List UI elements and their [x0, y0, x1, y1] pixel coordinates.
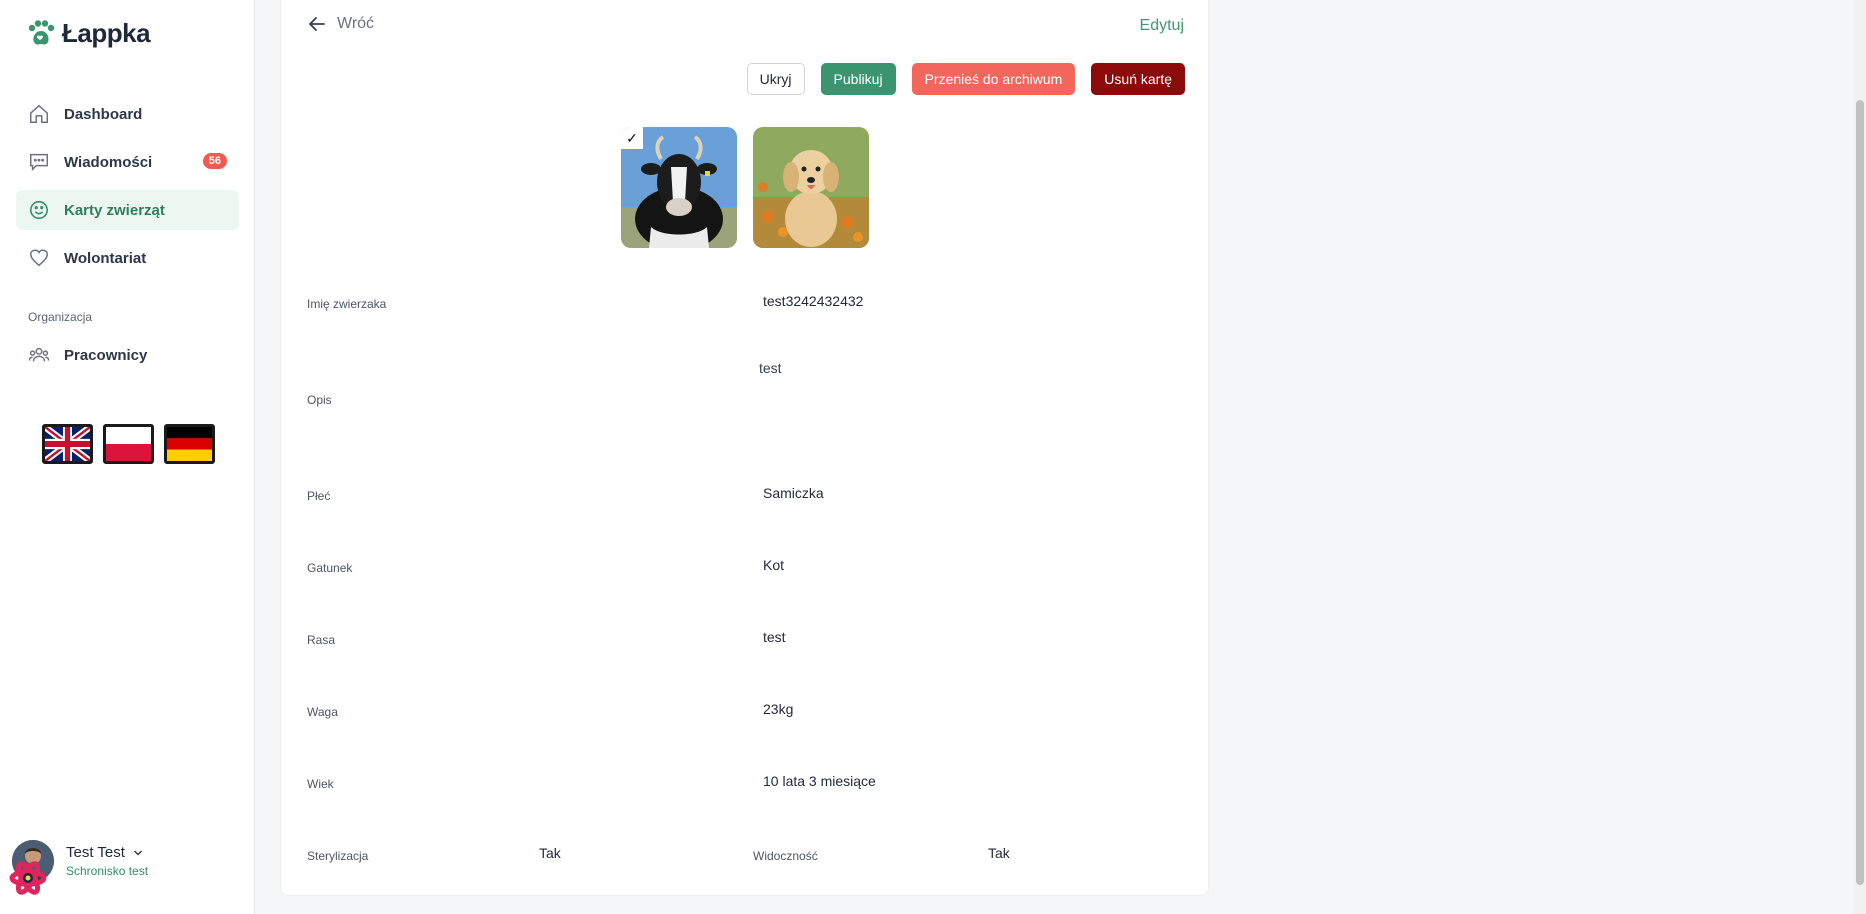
- field-value-sex: Samiczka: [763, 485, 824, 501]
- react-logo-icon: [9, 861, 47, 895]
- card-actions: Ukryj Publikuj Przenieś do archiwum Usuń…: [746, 63, 1185, 95]
- field-label-age: Wiek: [307, 777, 334, 791]
- heart-icon: [30, 249, 48, 267]
- nav-label: Karty zwierząt: [64, 201, 165, 219]
- app-logo[interactable]: Łappka: [26, 18, 151, 49]
- org-nav: Pracownicy: [16, 335, 239, 383]
- field-value-visibility: Tak: [988, 845, 1010, 861]
- sidebar: Łappka Dashboard Wiadomości 56 Karty zwi…: [0, 0, 255, 914]
- archive-button[interactable]: Przenieś do archiwum: [911, 63, 1076, 95]
- animal-card-detail: Wróć Edytuj Ukryj Publikuj Przenieś do a…: [280, 0, 1209, 896]
- back-button[interactable]: Wróć: [307, 14, 374, 34]
- user-info: Test Test Schronisko test: [66, 844, 148, 878]
- nav-item-employees[interactable]: Pracownicy: [16, 335, 239, 375]
- user-menu[interactable]: Test Test Schronisko test: [9, 840, 148, 895]
- field-label-sterilization: Sterylizacja: [307, 849, 369, 863]
- user-name-row: Test Test: [66, 844, 148, 861]
- nav-label: Dashboard: [64, 105, 143, 123]
- nav-label: Wolontariat: [64, 249, 147, 267]
- unread-badge: 56: [202, 153, 227, 169]
- section-title: Organizacja: [28, 310, 93, 324]
- user-name: Test Test: [66, 844, 125, 861]
- back-label: Wróć: [337, 15, 375, 32]
- field-label-visibility: Widoczność: [753, 849, 818, 863]
- nav-item-animal-cards[interactable]: Karty zwierząt: [16, 190, 239, 230]
- delete-card-button[interactable]: Usuń kartę: [1091, 63, 1185, 95]
- field-label-weight: Waga: [307, 705, 338, 719]
- users-icon: [28, 347, 50, 362]
- flag-de-button[interactable]: [164, 424, 215, 464]
- photo-dog[interactable]: [753, 127, 869, 248]
- field-value-species: Kot: [763, 557, 785, 573]
- paw-icon: [28, 19, 55, 44]
- flag-pl-button[interactable]: [103, 424, 154, 464]
- field-label-breed: Rasa: [307, 633, 336, 647]
- nav-label: Pracownicy: [64, 346, 148, 364]
- page-scrollbar[interactable]: [1854, 0, 1866, 914]
- field-value-weight: 23kg: [763, 701, 794, 717]
- hide-button[interactable]: Ukryj: [746, 63, 805, 95]
- field-label-description: Opis: [307, 393, 332, 407]
- pl-flag-icon: [106, 427, 151, 461]
- photo-cow[interactable]: ✓: [621, 127, 737, 248]
- check-icon: ✓: [621, 127, 643, 149]
- field-label-species: Gatunek: [307, 561, 353, 575]
- chevron-down-icon: [133, 849, 142, 856]
- arrow-left-icon: [309, 17, 325, 31]
- field-label-name: Imię zwierzaka: [307, 297, 387, 311]
- field-value-breed: test: [763, 629, 786, 645]
- nav-item-messages[interactable]: Wiadomości 56: [16, 142, 239, 182]
- nav-item-volunteering[interactable]: Wolontariat: [16, 238, 239, 278]
- field-value-age: 10 lata 3 miesiące: [763, 773, 876, 789]
- chat-icon: [30, 153, 48, 172]
- nav-label: Wiadomości: [64, 153, 153, 171]
- publish-button[interactable]: Publikuj: [820, 63, 896, 95]
- main-nav: Dashboard Wiadomości 56 Karty zwierząt W…: [16, 94, 239, 286]
- home-icon: [30, 104, 48, 123]
- photo-gallery: ✓: [621, 127, 869, 248]
- flag-uk-button[interactable]: [42, 424, 93, 464]
- nav-item-dashboard[interactable]: Dashboard: [16, 94, 239, 134]
- avatar: [9, 840, 54, 895]
- edit-link[interactable]: Edytuj: [1140, 17, 1184, 35]
- language-switcher: [42, 424, 215, 464]
- field-value-name: test3242432432: [763, 293, 864, 309]
- app-name: Łappka: [62, 18, 151, 48]
- field-value-description: test: [759, 360, 782, 376]
- dog-photo: [753, 127, 869, 248]
- user-organization: Schronisko test: [66, 864, 149, 878]
- smile-icon: [29, 200, 49, 220]
- field-value-sterilization: Tak: [539, 845, 561, 861]
- scrollbar-thumb[interactable]: [1856, 100, 1864, 885]
- field-label-sex: Płeć: [307, 489, 331, 503]
- de-flag-icon: [167, 427, 212, 461]
- uk-flag-icon: [45, 427, 90, 461]
